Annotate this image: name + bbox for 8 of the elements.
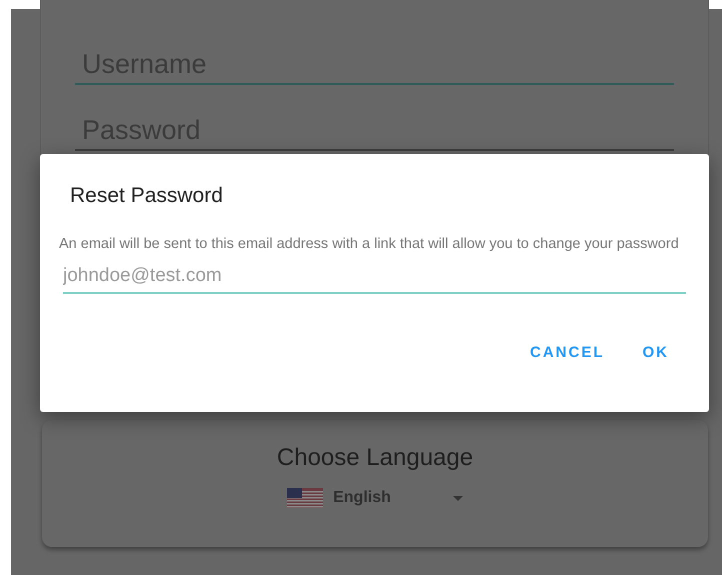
language-title: Choose Language [276,443,474,473]
dialog-title: Reset Password [70,183,224,209]
dialog-message: An email will be sent to this email address with a link that will allow you to change your password [59,234,680,254]
cancel-button[interactable]: CANCEL [518,336,616,370]
dropdown-caret-icon[interactable] [452,496,463,500]
ok-button[interactable]: OK [630,336,681,370]
flag-icon [287,488,324,508]
language-dropdown[interactable]: English [333,486,391,510]
